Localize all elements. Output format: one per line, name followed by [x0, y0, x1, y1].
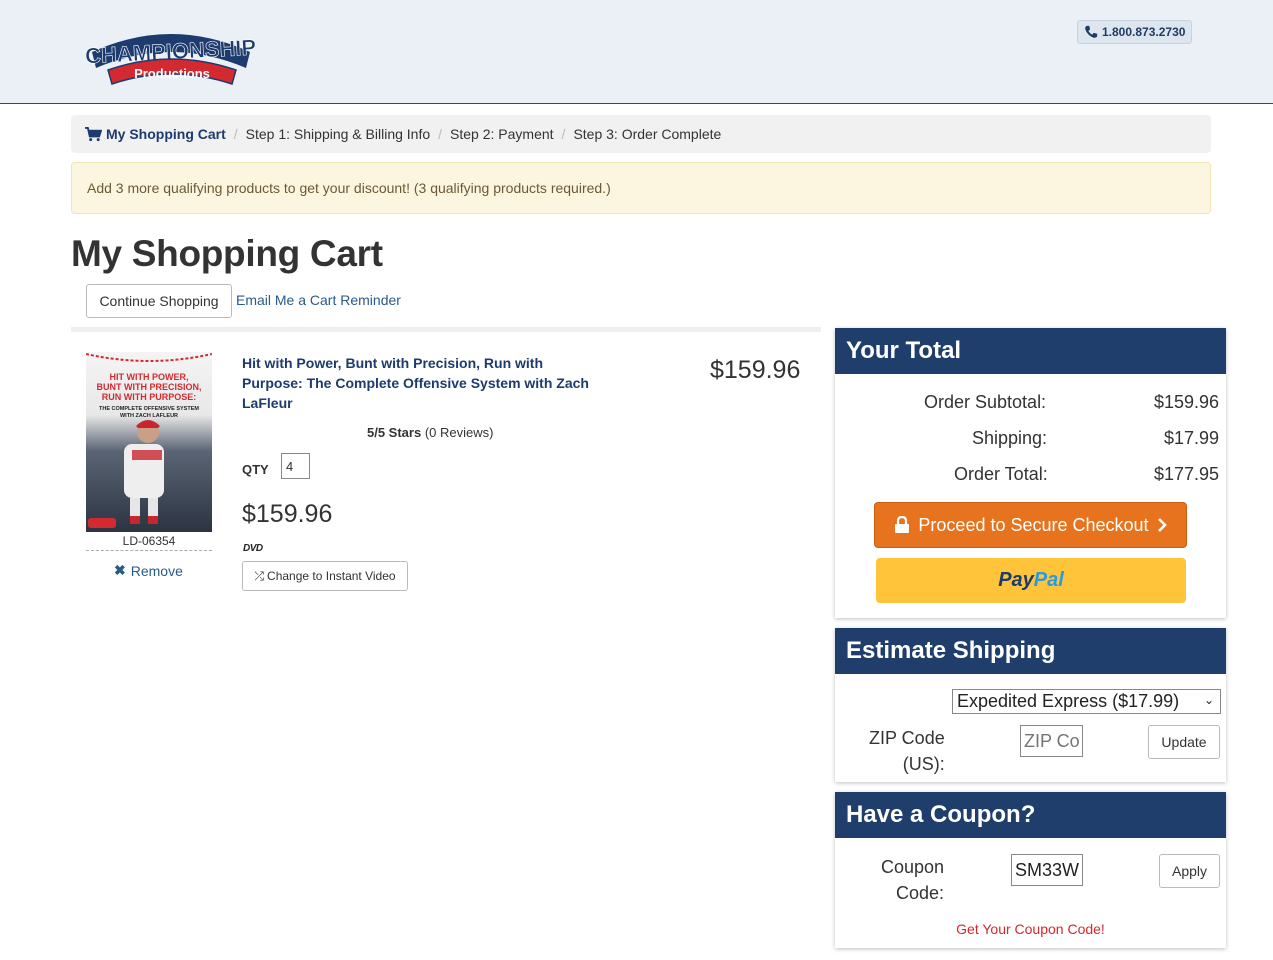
- line-total-price: $159.96: [710, 356, 801, 384]
- cart-divider: [71, 327, 821, 332]
- email-cart-reminder-link[interactable]: Email Me a Cart Reminder: [236, 292, 401, 308]
- page-title: My Shopping Cart: [71, 233, 383, 274]
- shipping-method-value: Expedited Express ($17.99): [957, 691, 1180, 711]
- coupon-code-input[interactable]: [1011, 854, 1083, 886]
- coupon-code-label: Coupon Code:: [881, 854, 944, 906]
- product-rating: 5/5 Stars (0 Reviews): [367, 425, 493, 440]
- shipping-value: $17.99: [1164, 428, 1220, 448]
- close-icon: ✖: [114, 562, 126, 578]
- product-cover-image[interactable]: HIT WITH POWER, BUNT WITH PRECISION, RUN…: [86, 352, 212, 532]
- order-total-panel: Your Total Order Subtotal: $159.96 Shipp…: [835, 328, 1226, 618]
- checkout-breadcrumb: My Shopping Cart / Step 1: Shipping & Bi…: [71, 115, 1211, 153]
- zip-code-input[interactable]: [1020, 725, 1083, 757]
- paypal-logo-pal: Pal: [1033, 569, 1064, 591]
- discount-alert: Add 3 more qualifying products to get yo…: [71, 162, 1211, 214]
- breadcrumb-cart[interactable]: My Shopping Cart: [85, 126, 226, 142]
- total-heading: Your Total: [835, 328, 1226, 374]
- breadcrumb-separator: /: [561, 126, 566, 142]
- subtotal-value: $159.96: [1154, 392, 1220, 412]
- unit-price: $159.96: [242, 500, 333, 528]
- breadcrumb-cart-label: My Shopping Cart: [106, 126, 226, 142]
- breadcrumb-step-1: Step 1: Shipping & Billing Info: [245, 126, 431, 142]
- site-header: CHAMPIONSHIP Productions 1.800.873.2730: [0, 0, 1273, 104]
- phone-number: 1.800.873.2730: [1102, 25, 1186, 39]
- get-coupon-code-label: Get Your Coupon Code!: [956, 921, 1105, 937]
- shipping-method-select[interactable]: Expedited Express ($17.99) ⌄: [952, 689, 1221, 714]
- shipping-label: Shipping:: [972, 428, 1048, 448]
- coupon-code-label-line1: Coupon: [881, 857, 945, 877]
- review-count: (0 Reviews): [424, 425, 494, 440]
- change-label: Change to Instant Video: [267, 569, 396, 583]
- paypal-logo-pay: Pay: [998, 569, 1034, 591]
- svg-text:RUN WITH PURPOSE:: RUN WITH PURPOSE:: [102, 392, 197, 402]
- svg-text:WITH ZACH LAFLEUR: WITH ZACH LAFLEUR: [120, 413, 178, 419]
- svg-text:Productions: Productions: [134, 66, 210, 81]
- svg-text:HIT WITH POWER,: HIT WITH POWER,: [110, 372, 189, 382]
- product-sku: LD-06354: [86, 534, 212, 551]
- zip-code-label: ZIP Code (US):: [869, 725, 945, 777]
- shuffle-icon: ⤮: [254, 568, 265, 583]
- breadcrumb-step-3: Step 3: Order Complete: [573, 126, 722, 142]
- secure-checkout-button[interactable]: Proceed to Secure Checkout: [874, 502, 1187, 548]
- change-to-instant-video-button[interactable]: ⤮ Change to Instant Video: [242, 561, 408, 591]
- coupon-heading: Have a Coupon?: [835, 792, 1226, 838]
- checkout-label: Proceed to Secure Checkout: [918, 514, 1149, 535]
- remove-label: Remove: [130, 562, 183, 579]
- svg-text:THE COMPLETE OFFENSIVE SYSTEM: THE COMPLETE OFFENSIVE SYSTEM: [99, 406, 199, 412]
- estimate-shipping-panel: Estimate Shipping Expedited Express ($17…: [835, 628, 1226, 782]
- product-title-link[interactable]: Hit with Power, Bunt with Precision, Run…: [242, 353, 607, 413]
- phone-number-badge[interactable]: 1.800.873.2730: [1077, 20, 1193, 44]
- lock-icon: [895, 516, 910, 533]
- estimate-shipping-heading: Estimate Shipping: [835, 628, 1226, 674]
- chevron-right-icon: [1157, 518, 1167, 532]
- chevron-down-icon: ⌄: [1203, 693, 1214, 707]
- coupon-code-label-line2: Code:: [896, 883, 945, 903]
- breadcrumb-separator: /: [233, 126, 238, 142]
- breadcrumb-separator: /: [438, 126, 443, 142]
- zip-code-label-line1: ZIP Code: [869, 728, 945, 748]
- subtotal-label: Order Subtotal:: [924, 392, 1047, 412]
- update-shipping-button[interactable]: Update: [1148, 725, 1220, 759]
- continue-shopping-button[interactable]: Continue Shopping: [86, 284, 232, 318]
- order-total-label: Order Total:: [954, 464, 1048, 484]
- phone-icon: [1085, 25, 1098, 38]
- qty-label: QTY: [242, 462, 269, 477]
- zip-code-label-line2: (US):: [902, 754, 945, 774]
- dvd-format-icon: DVD: [243, 543, 263, 554]
- get-coupon-code-link[interactable]: Get Your Coupon Code!: [835, 921, 1226, 937]
- order-total-value: $177.95: [1154, 464, 1220, 484]
- paypal-button[interactable]: Pay Pal: [876, 558, 1186, 603]
- rating-value: 5/5 Stars: [367, 425, 422, 440]
- shopping-cart-icon: [85, 126, 102, 141]
- coupon-panel: Have a Coupon? Coupon Code: Apply Get Yo…: [835, 792, 1226, 948]
- remove-item-link[interactable]: ✖ Remove: [114, 562, 183, 579]
- quantity-input[interactable]: [281, 453, 310, 479]
- championship-productions-logo[interactable]: CHAMPIONSHIP Productions: [84, 18, 257, 94]
- svg-text:BUNT WITH PRECISION,: BUNT WITH PRECISION,: [97, 382, 202, 392]
- breadcrumb-step-2: Step 2: Payment: [450, 126, 554, 142]
- apply-coupon-button[interactable]: Apply: [1159, 854, 1220, 888]
